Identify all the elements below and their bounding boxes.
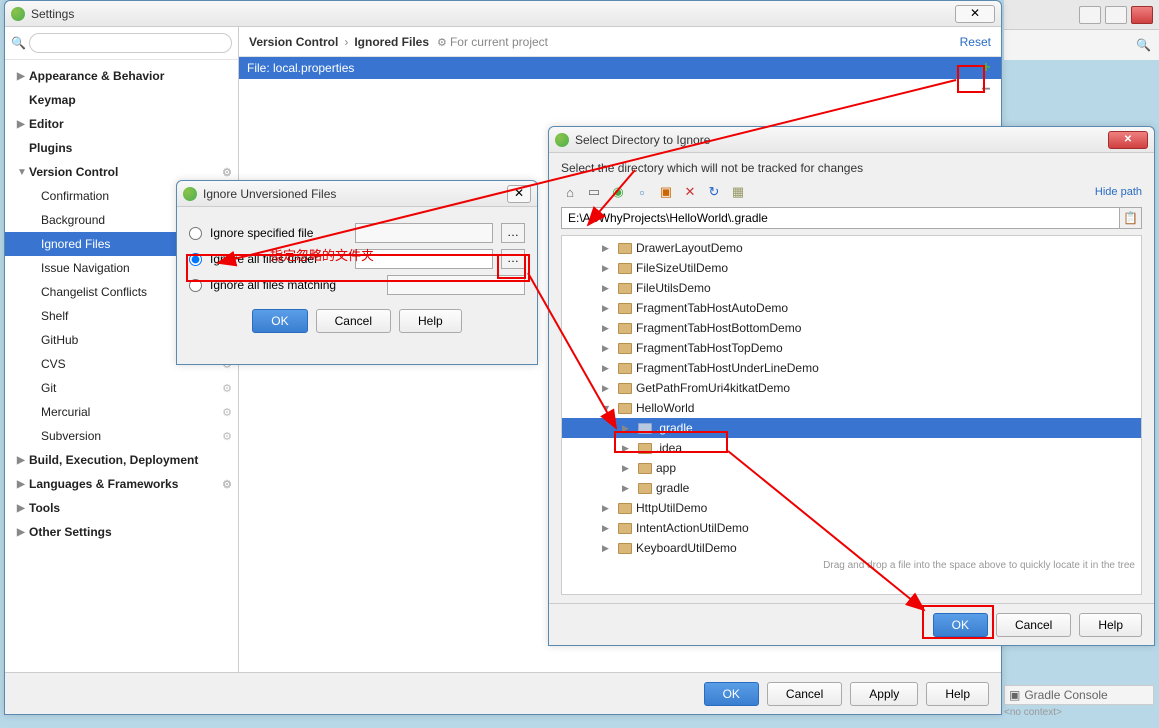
cancel-button[interactable]: Cancel — [996, 613, 1071, 637]
radio-specified-file[interactable] — [189, 227, 202, 240]
hide-path-link[interactable]: Hide path — [1095, 186, 1142, 198]
ok-button[interactable]: OK — [252, 309, 307, 333]
select-directory-dialog: Select Directory to Ignore ✕ Select the … — [548, 126, 1155, 646]
settings-tree: ▶Appearance & Behavior Keymap ▶Editor Pl… — [5, 60, 238, 672]
close-icon[interactable]: ✕ — [1108, 131, 1148, 149]
tree-build[interactable]: ▶Build, Execution, Deployment — [5, 448, 238, 472]
radio-files-under[interactable] — [189, 253, 202, 266]
module-icon[interactable]: ▫ — [633, 183, 651, 201]
ok-button[interactable]: OK — [933, 613, 988, 637]
tree-node[interactable]: ▶FileSizeUtilDemo — [562, 258, 1141, 278]
ignored-file-row[interactable]: File: local.properties — [239, 57, 1001, 79]
settings-search-input[interactable] — [29, 33, 232, 53]
tree-node[interactable]: ▶gradle — [562, 478, 1141, 498]
close-icon[interactable]: ✕ — [955, 5, 995, 23]
tree-editor[interactable]: ▶Editor — [5, 112, 238, 136]
tree-node[interactable]: ▶GetPathFromUri4kitkatDemo — [562, 378, 1141, 398]
radio-matching[interactable] — [189, 279, 202, 292]
browse-file-button[interactable]: … — [501, 223, 525, 243]
tree-mercurial[interactable]: Mercurial⚙ — [5, 400, 238, 424]
tree-node[interactable]: ▶HttpUtilDemo — [562, 498, 1141, 518]
gradle-console-tab[interactable]: ▣Gradle Console — [1004, 685, 1154, 705]
new-folder-icon[interactable]: ▣ — [657, 183, 675, 201]
tree-node[interactable]: ▶.gradle — [562, 418, 1141, 438]
tree-node[interactable]: ▶DrawerLayoutDemo — [562, 238, 1141, 258]
browse-dir-button[interactable]: … — [501, 249, 525, 269]
tree-node[interactable]: ▶FragmentTabHostTopDemo — [562, 338, 1141, 358]
app-icon — [11, 7, 25, 21]
tree-node[interactable]: ▶app — [562, 458, 1141, 478]
tree-node[interactable]: ▶.idea — [562, 438, 1141, 458]
add-button[interactable]: + — [975, 57, 997, 79]
breadcrumb-2[interactable]: Ignored Files — [354, 35, 429, 49]
tree-tools[interactable]: ▶Tools — [5, 496, 238, 520]
search-icon[interactable]: 🔍 — [1136, 38, 1151, 52]
tree-other[interactable]: ▶Other Settings — [5, 520, 238, 544]
seldir-title: Select Directory to Ignore — [575, 133, 1108, 147]
delete-icon[interactable]: ✕ — [681, 183, 699, 201]
ignore-unv-title: Ignore Unversioned Files — [203, 187, 504, 201]
tree-git[interactable]: Git⚙ — [5, 376, 238, 400]
seldir-hint: Select the directory which will not be t… — [561, 161, 1142, 175]
project-icon[interactable]: ◉ — [609, 183, 627, 201]
tree-appearance[interactable]: ▶Appearance & Behavior — [5, 64, 238, 88]
tree-node[interactable]: ▶FragmentTabHostAutoDemo — [562, 298, 1141, 318]
app-icon — [555, 133, 569, 147]
app-icon — [183, 187, 197, 201]
settings-title: Settings — [31, 7, 952, 21]
ignore-unversioned-dialog: Ignore Unversioned Files ✕ Ignore specif… — [176, 180, 538, 365]
home-icon[interactable]: ⌂ — [561, 183, 579, 201]
cancel-button[interactable]: Cancel — [767, 682, 842, 706]
tree-plugins[interactable]: Plugins — [5, 136, 238, 160]
help-button[interactable]: Help — [399, 309, 462, 333]
specified-file-input — [355, 223, 493, 243]
tree-node[interactable]: ▶KeyboardUtilDemo — [562, 538, 1141, 558]
tree-node[interactable]: ▶IntentActionUtilDemo — [562, 518, 1141, 538]
project-scope-badge: ⚙ For current project — [437, 35, 548, 49]
radio-matching-label: Ignore all files matching — [210, 278, 336, 292]
show-hidden-icon[interactable]: ▦ — [729, 183, 747, 201]
directory-tree[interactable]: ▶DrawerLayoutDemo▶FileSizeUtilDemo▶FileU… — [561, 235, 1142, 595]
path-input[interactable] — [561, 207, 1120, 229]
remove-button[interactable]: − — [975, 79, 997, 101]
tree-keymap[interactable]: Keymap — [5, 88, 238, 112]
tree-node[interactable]: ▶FragmentTabHostBottomDemo — [562, 318, 1141, 338]
context-status: <no context> — [1004, 707, 1154, 718]
tree-subversion[interactable]: Subversion⚙ — [5, 424, 238, 448]
cancel-button[interactable]: Cancel — [316, 309, 391, 333]
help-button[interactable]: Help — [1079, 613, 1142, 637]
annotation-text: 指定忽略的文件夹 — [270, 245, 374, 264]
tree-node[interactable]: ▼HelloWorld — [562, 398, 1141, 418]
help-button[interactable]: Help — [926, 682, 989, 706]
refresh-icon[interactable]: ↻ — [705, 183, 723, 201]
path-history-button[interactable]: 📋 — [1120, 207, 1142, 229]
drag-hint: Drag and drop a file into the space abov… — [562, 558, 1141, 573]
radio-specified-file-label: Ignore specified file — [210, 226, 313, 240]
desktop-icon[interactable]: ▭ — [585, 183, 603, 201]
ok-button[interactable]: OK — [704, 682, 759, 706]
tree-languages[interactable]: ▶Languages & Frameworks⚙ — [5, 472, 238, 496]
search-icon: 🔍 — [11, 36, 26, 50]
reset-link[interactable]: Reset — [960, 35, 991, 49]
matching-input — [387, 275, 525, 295]
files-under-input[interactable] — [355, 249, 493, 269]
breadcrumb-1[interactable]: Version Control — [249, 35, 338, 49]
close-icon[interactable]: ✕ — [507, 185, 531, 203]
apply-button[interactable]: Apply — [850, 682, 918, 706]
tree-node[interactable]: ▶FragmentTabHostUnderLineDemo — [562, 358, 1141, 378]
tree-node[interactable]: ▶FileUtilsDemo — [562, 278, 1141, 298]
